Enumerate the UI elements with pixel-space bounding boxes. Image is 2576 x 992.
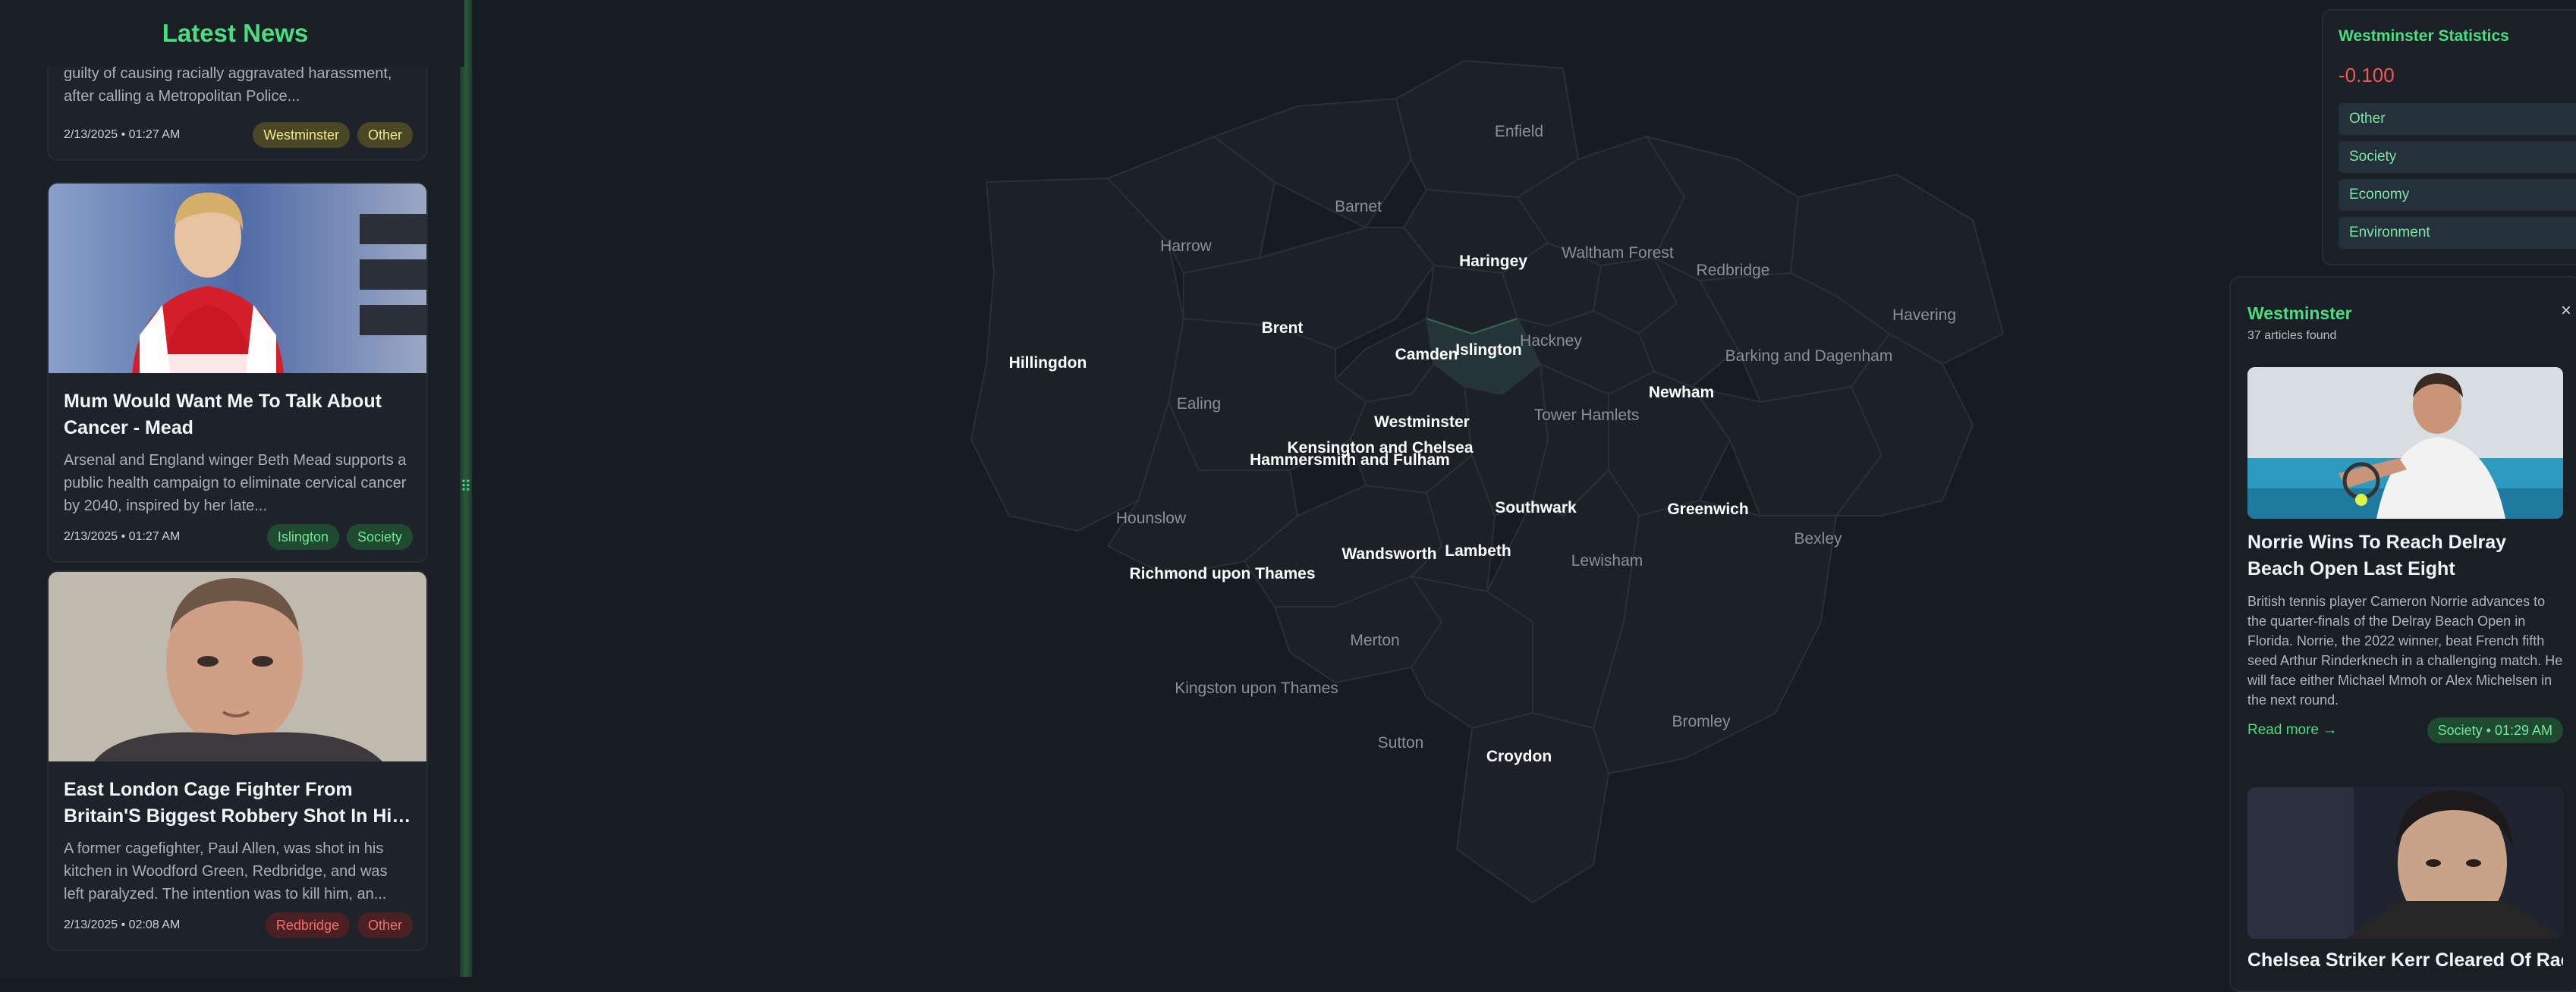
borough-label-richmond[interactable]: Richmond upon Thames — [1129, 565, 1315, 583]
borough-label-brent[interactable]: Brent — [1262, 319, 1304, 337]
borough-label-barking[interactable]: Barking and Dagenham — [1725, 347, 1893, 366]
borough-label-hounslow[interactable]: Hounslow — [1116, 510, 1186, 528]
tag-category[interactable]: Other — [357, 912, 413, 938]
article-footer: Read more → Society • 01:29 AM — [2247, 717, 2563, 745]
sidebar-title: Latest News — [0, 0, 464, 67]
news-card-title[interactable]: Mum Would Want Me To Talk About Cancer -… — [64, 388, 411, 441]
borough-label-waltham-forest[interactable]: Waltham Forest — [1562, 244, 1673, 262]
borough-label-newham[interactable]: Newham — [1649, 384, 1714, 402]
borough-label-barnet[interactable]: Barnet — [1335, 198, 1382, 216]
news-card-description: A former cagefighter, Paul Allen, was sh… — [64, 840, 388, 903]
news-card[interactable]: Mum Would Want Me To Talk About Cancer -… — [47, 182, 428, 563]
news-card-time: 2/13/2025 • 02:08 AM — [64, 918, 181, 931]
borough-label-greenwich[interactable]: Greenwich — [1667, 501, 1748, 519]
stat-label: Society — [2349, 149, 2397, 165]
sentiment-score: -0.100 — [2339, 64, 2395, 86]
tag-borough[interactable]: Westminster — [253, 122, 350, 148]
stat-value: 8 — [2572, 141, 2576, 173]
borough-shapes[interactable] — [941, 46, 2094, 925]
stat-value: 26 — [2572, 103, 2576, 135]
borough-label-kingston[interactable]: Kingston upon Thames — [1175, 680, 1338, 698]
borough-label-hammersmith[interactable]: Hammersmith and Fulham — [1250, 451, 1450, 469]
read-more-link[interactable]: Read more → — [2247, 722, 2337, 739]
borough-label-bexley[interactable]: Bexley — [1794, 530, 1842, 548]
stat-row: Environment 1 — [2339, 217, 2576, 249]
borough-shape — [1455, 711, 1610, 904]
news-card-title[interactable]: East London Cage Fighter From Britain'S … — [64, 777, 411, 830]
article-count: 37 articles found — [2247, 329, 2337, 342]
borough-label-southwark[interactable]: Southwark — [1495, 499, 1576, 517]
borough-label-haringey[interactable]: Haringey — [1459, 253, 1527, 271]
stat-row: Society 8 — [2339, 141, 2576, 173]
stat-row: Economy 2 — [2339, 179, 2576, 211]
borough-label-hackney[interactable]: Hackney — [1520, 332, 1582, 350]
stat-label: Economy — [2349, 187, 2410, 202]
news-card-description: guilty of causing racially aggravated ha… — [64, 65, 392, 105]
borough-label-lambeth[interactable]: Lambeth — [1445, 542, 1511, 560]
stat-label: Other — [2349, 111, 2386, 127]
borough-label-harrow[interactable]: Harrow — [1160, 237, 1212, 256]
borough-label-croydon[interactable]: Croydon — [1486, 748, 1552, 766]
stat-row: Other 26 — [2339, 103, 2576, 135]
stat-value: 2 — [2572, 179, 2576, 211]
tag-category[interactable]: Other — [357, 122, 413, 148]
tennis-player-photo — [2247, 367, 2563, 519]
person-photo — [2247, 787, 2563, 939]
tag-category[interactable]: Society — [346, 524, 413, 550]
borough-label-lewisham[interactable]: Lewisham — [1571, 552, 1643, 570]
article-card[interactable]: Norrie Wins To Reach Delray Beach Open L… — [2247, 367, 2563, 710]
borough-label-redbridge[interactable]: Redbridge — [1697, 262, 1770, 280]
news-card[interactable]: East London Cage Fighter From Britain'S … — [47, 570, 428, 951]
borough-label-havering[interactable]: Havering — [1892, 306, 1956, 325]
article-tag[interactable]: Society • 01:29 AM — [2427, 717, 2563, 743]
borough-label-ealing[interactable]: Ealing — [1177, 395, 1221, 413]
borough-label-islington[interactable]: Islington — [1455, 341, 1522, 359]
tag-borough[interactable]: Islington — [266, 524, 339, 550]
borough-statistics-panel: Westminster Statistics -0.100 Other 26 S… — [2322, 9, 2576, 265]
tag-borough[interactable]: Redbridge — [265, 912, 350, 938]
borough-label-bromley[interactable]: Bromley — [1672, 713, 1730, 731]
borough-articles-panel: Westminster × 37 articles found Norrie W… — [2229, 276, 2576, 992]
borough-label-westminster[interactable]: Westminster — [1374, 413, 1470, 432]
article-title[interactable]: Norrie Wins To Reach Delray Beach Open L… — [2247, 529, 2563, 582]
news-sidebar: guilty of causing racially aggravated ha… — [0, 0, 464, 977]
drag-grip-icon[interactable]: ⠿ — [460, 476, 472, 498]
stat-value: 1 — [2572, 217, 2576, 249]
borough-label-enfield[interactable]: Enfield — [1495, 123, 1543, 141]
borough-label-camden[interactable]: Camden — [1395, 346, 1458, 364]
stats-title: Westminster Statistics — [2339, 27, 2509, 45]
close-icon[interactable]: × — [2561, 300, 2571, 322]
london-map[interactable]: Enfield Barnet Harrow Haringey Waltham F… — [941, 46, 2094, 925]
stat-label: Environment — [2349, 224, 2430, 240]
article-description: British tennis player Cameron Norrie adv… — [2247, 594, 2563, 708]
borough-label-tower-hamlets[interactable]: Tower Hamlets — [1534, 407, 1640, 425]
borough-label-wandsworth[interactable]: Wandsworth — [1341, 545, 1436, 563]
article-title[interactable]: Chelsea Striker Kerr Cleared Of Racial..… — [2247, 950, 2563, 972]
borough-label-merton[interactable]: Merton — [1350, 632, 1399, 650]
panel-title: Westminster — [2247, 303, 2352, 323]
mugshot-photo — [49, 572, 426, 761]
footballer-photo — [49, 184, 426, 373]
news-card-time: 2/13/2025 • 01:27 AM — [64, 530, 181, 543]
borough-label-hillingdon[interactable]: Hillingdon — [1009, 354, 1087, 372]
borough-label-sutton[interactable]: Sutton — [1378, 734, 1424, 752]
news-card-time: 2/13/2025 • 01:27 AM — [64, 128, 181, 141]
news-card-description: Arsenal and England winger Beth Mead sup… — [64, 452, 407, 514]
